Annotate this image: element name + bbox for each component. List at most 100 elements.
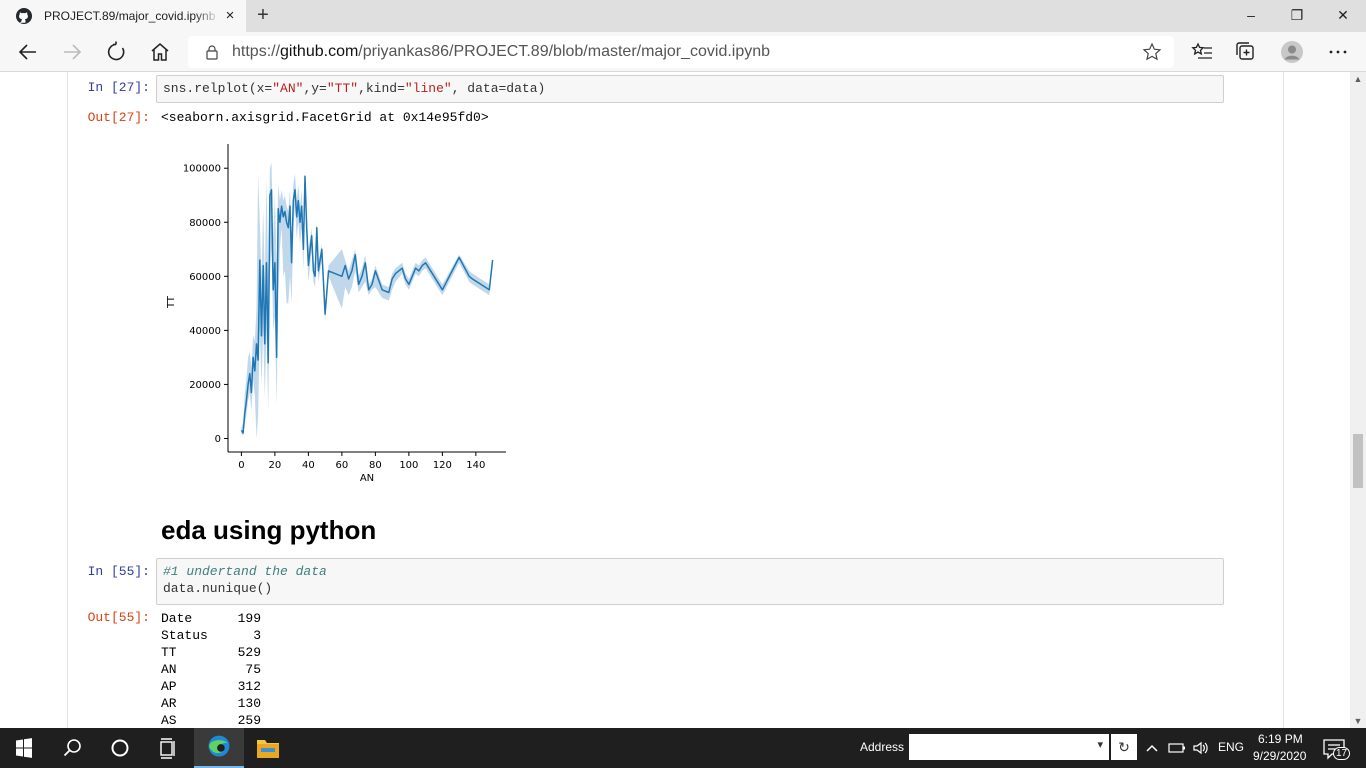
x-axis-label: AN [360, 473, 374, 484]
x-tick-label: 20 [269, 460, 282, 471]
table-row: AR 130 [161, 695, 261, 712]
url-scheme: https:// [232, 43, 281, 60]
restore-button[interactable]: ❐ [1274, 0, 1320, 32]
output-text-27: <seaborn.axisgrid.FacetGrid at 0x14e95fd… [161, 110, 489, 125]
x-tick-label: 140 [466, 460, 485, 471]
forward-arrow-icon[interactable] [60, 40, 84, 64]
address-bar[interactable]: https://github.com/priyankas86/PROJECT.8… [188, 36, 1174, 68]
code-text: ,kind= [358, 81, 405, 96]
close-window-button[interactable]: ✕ [1320, 0, 1366, 32]
volume-icon[interactable] [1192, 740, 1210, 756]
cortana-icon[interactable] [96, 728, 144, 768]
file-explorer-icon[interactable] [244, 728, 292, 768]
table-row: AP 312 [161, 678, 261, 695]
taskbar-address-input[interactable]: ▾ [909, 734, 1109, 760]
browser-toolbar: https://github.com/priyankas86/PROJECT.8… [0, 32, 1366, 72]
relplot-chart: 0 20 40 60 80 100 120 140 0 20000 40000 60000 80000 1… [166, 144, 506, 484]
x-tick-label: 0 [238, 460, 244, 471]
refresh-icon[interactable] [104, 40, 128, 64]
notebook-page: In [27]: sns.relplot(x="AN",y="TT",kind=… [0, 72, 1350, 728]
confidence-band [241, 162, 493, 439]
url-path: /priyankas86/PROJECT.89/blob/master/majo… [358, 43, 771, 60]
output-prompt-55: Out[55]: [87, 610, 150, 625]
url-host: github.com [280, 43, 359, 60]
scroll-up-icon[interactable]: ▲ [1350, 72, 1366, 86]
input-prompt-55: In [55]: [87, 564, 150, 579]
chevron-up-icon[interactable] [1144, 740, 1160, 756]
code-cell-27[interactable]: sns.relplot(x="AN",y="TT",kind="line", d… [156, 75, 1224, 103]
row-value: 529 [237, 645, 261, 660]
collections-icon[interactable] [1234, 40, 1258, 64]
row-key: Status [161, 628, 208, 643]
task-view-icon[interactable] [144, 728, 192, 768]
y-axis-label: TT [166, 295, 177, 309]
code-text: sns.relplot(x= [163, 81, 273, 96]
browser-tab[interactable]: PROJECT.89/major_covid.ipynb at master × [0, 0, 246, 32]
chevron-down-icon[interactable]: ▾ [1097, 738, 1103, 751]
scrollbar-thumb[interactable] [1353, 434, 1363, 488]
favorites-icon[interactable] [1190, 40, 1214, 64]
clock-time[interactable]: 6:19 PM [1258, 732, 1303, 746]
table-row: Status 3 [161, 627, 261, 644]
favorite-star-icon[interactable] [1142, 42, 1162, 62]
url-text[interactable]: https://github.com/priyankas86/PROJECT.8… [232, 43, 770, 61]
table-row: Date 199 [161, 610, 261, 627]
back-arrow-icon[interactable] [16, 40, 40, 64]
row-key: TT [161, 645, 177, 660]
code-string-kind: "line" [404, 81, 452, 96]
row-value: 199 [237, 611, 261, 626]
more-menu-icon[interactable] [1326, 40, 1350, 64]
section-heading: eda using python [161, 515, 377, 545]
clock-date[interactable]: 9/29/2020 [1253, 749, 1306, 763]
nunique-output: Date 199 Status 3 TT 529 AN 75 AP 312 AR 130 A… [161, 610, 261, 728]
battery-icon[interactable] [1168, 740, 1186, 756]
new-tab-button[interactable]: + [254, 5, 272, 25]
search-icon[interactable] [48, 728, 96, 768]
code-text: , data=data) [451, 81, 546, 96]
code-string-y: "TT" [326, 81, 359, 96]
tab-strip: PROJECT.89/major_covid.ipynb at master ×… [0, 0, 1366, 32]
series-line-tt [240, 175, 494, 434]
windows-start-icon[interactable] [0, 728, 48, 768]
row-key: AS [161, 713, 177, 728]
y-tick-label: 0 [215, 434, 221, 445]
code-text: data.nunique() [163, 581, 273, 596]
github-icon [16, 8, 32, 24]
row-value: 3 [253, 628, 261, 643]
table-row: AS 259 [161, 712, 261, 728]
taskbar: Address ▾ ↻ ENG 6:19 PM 9/29/2020 17 [0, 728, 1366, 768]
address-go-icon[interactable]: ↻ [1111, 734, 1137, 760]
code-cell-55[interactable]: #1 undertand the data data.nunique() [156, 558, 1224, 605]
input-prompt-27: In [27]: [87, 80, 150, 95]
row-value: 259 [237, 713, 261, 728]
x-tick-label: 60 [336, 460, 349, 471]
x-tick-label: 120 [433, 460, 452, 471]
y-tick-label: 100000 [183, 164, 221, 175]
row-key: AN [161, 662, 177, 677]
x-tick-label: 100 [399, 460, 418, 471]
y-tick-label: 40000 [189, 326, 221, 337]
row-value: 130 [237, 696, 261, 711]
tab-title: PROJECT.89/major_covid.ipynb at master [44, 9, 220, 23]
home-icon[interactable] [148, 40, 172, 64]
x-tick-label: 80 [369, 460, 382, 471]
row-value: 312 [237, 679, 261, 694]
row-key: AR [161, 696, 177, 711]
language-indicator[interactable]: ENG [1218, 740, 1244, 754]
output-prompt-27: Out[27]: [87, 110, 150, 125]
table-row: AN 75 [161, 661, 261, 678]
address-toolbar-label: Address [860, 740, 905, 754]
code-comment: #1 undertand the data [163, 564, 327, 579]
row-key: AP [161, 679, 177, 694]
code-text: ,y= [303, 81, 327, 96]
row-key: Date [161, 611, 193, 626]
profile-avatar-icon[interactable] [1280, 40, 1304, 64]
notification-count-badge: 17 [1333, 747, 1351, 760]
scroll-down-icon[interactable]: ▼ [1350, 714, 1366, 728]
minimize-button[interactable]: – [1228, 0, 1274, 32]
y-tick-label: 20000 [189, 380, 221, 391]
edge-icon[interactable] [194, 728, 244, 768]
vertical-scrollbar[interactable]: ▲ ▼ [1350, 72, 1366, 728]
close-tab-icon[interactable]: × [222, 8, 238, 24]
lock-icon[interactable] [204, 44, 220, 60]
